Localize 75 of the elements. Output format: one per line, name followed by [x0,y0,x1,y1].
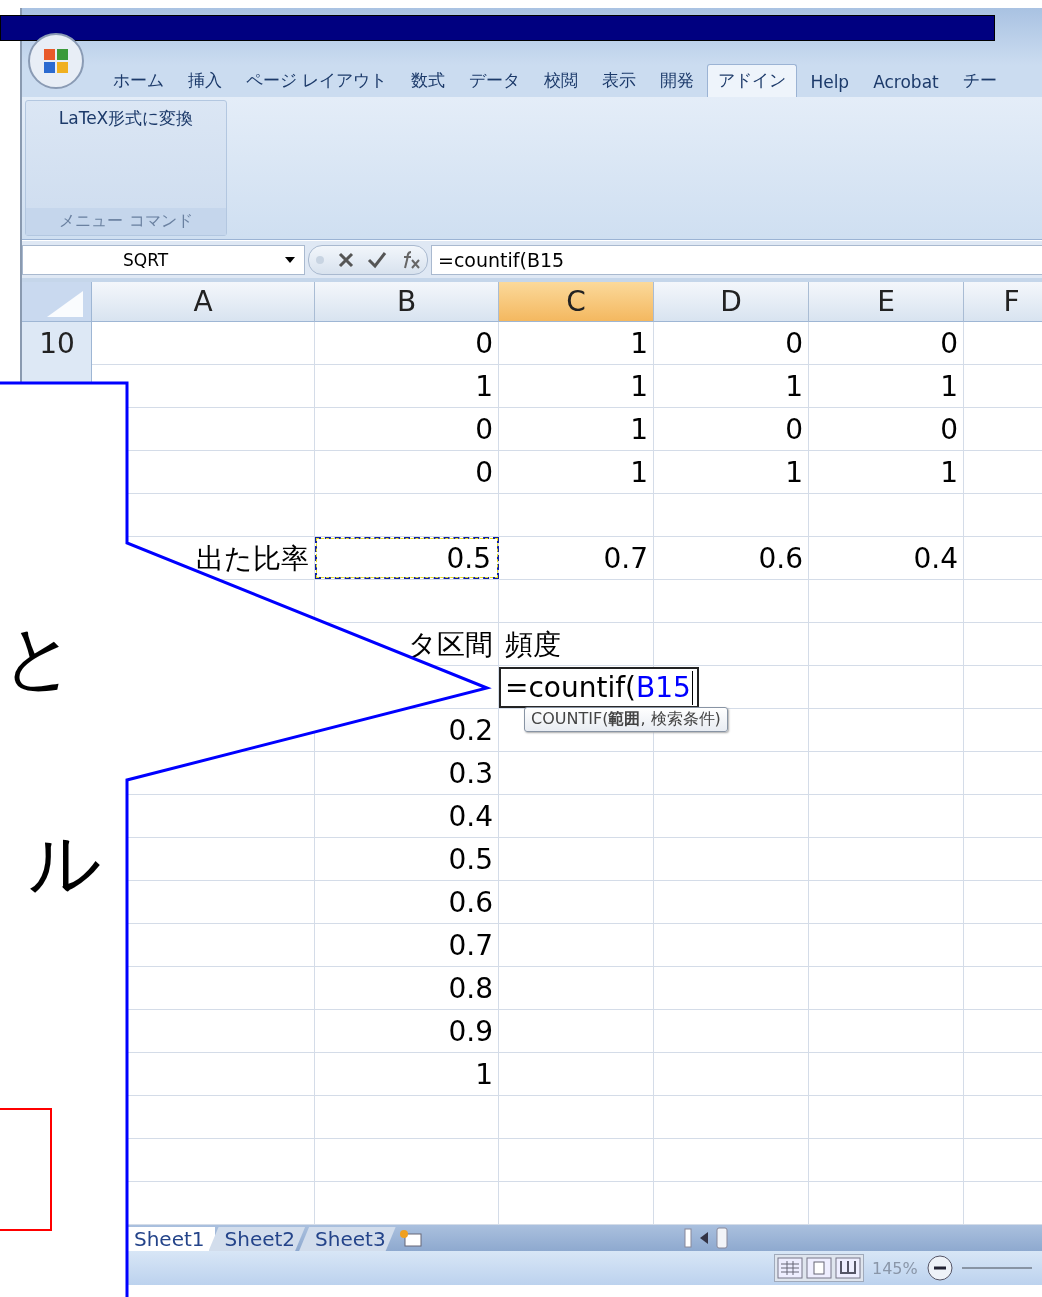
normal-view-icon[interactable] [777,1257,803,1279]
column-header[interactable]: B [315,282,499,322]
table-cell-text: 0 [939,326,959,362]
column-header[interactable]: D [654,282,809,322]
sheet-tab[interactable]: Sheet2 [208,1227,306,1251]
table-cell: 0.5 [315,537,499,579]
triangle-icon [46,290,83,317]
table-cell-text: 0.2 [447,713,494,749]
table-cell-text: 1 [629,369,649,405]
zoom-level: 145% [872,1258,918,1278]
ribbon-tab[interactable]: Acrobat [862,67,950,97]
editing-cell[interactable]: =countif(B15 [499,667,699,708]
table-cell-text: 1 [474,369,494,405]
table-cell-text: 1 [939,455,959,491]
ribbon-tab[interactable]: Help [799,67,861,97]
table-cell-text: 0 [474,326,494,362]
page-break-icon[interactable] [835,1257,861,1279]
table-cell-text: 0 [784,326,804,362]
table-cell-text: 1 [939,369,959,405]
zoom-out-icon[interactable] [925,1254,954,1282]
name-box[interactable]: SQRT [22,244,305,275]
ribbon-tab[interactable]: データ [458,64,532,97]
dot-icon [315,254,325,265]
table-cell-text: タ区間 [408,626,493,663]
ribbon-tab[interactable]: チー [951,64,1008,97]
scroll-handle-icon[interactable] [683,1228,692,1248]
table-cell-text: 0.4 [912,541,959,577]
callout-text: と [2,622,76,694]
formula-field[interactable]: =countif(B15 [431,244,1042,275]
ribbon-tab[interactable]: アドイン [707,64,798,97]
ribbon-tab[interactable]: 表示 [591,64,648,97]
table-cell-text: 1 [629,326,649,362]
cancel-icon[interactable] [337,250,355,269]
scroll-thumb-icon[interactable] [715,1227,728,1249]
table-cell-text: 1 [784,369,804,405]
dropdown-icon[interactable] [284,255,296,264]
latex-convert-button[interactable]: LaTeX形式に変換 [26,101,226,136]
table-cell-text: 0 [474,412,494,448]
table-cell-text: 0.7 [602,541,649,577]
sheet-tab[interactable]: Sheet1 [126,1227,215,1251]
table-cell-text: 0 [474,455,494,491]
sheet-tab[interactable]: Sheet3 [299,1227,396,1251]
table-cell-text: 0.7 [447,928,494,964]
office-button[interactable] [27,32,85,90]
check-icon[interactable] [367,250,387,269]
table-cell-text: 0.6 [447,885,494,921]
column-header[interactable]: F [964,282,1042,322]
ribbon-tab[interactable]: 校閲 [533,64,590,97]
ribbon-tab[interactable]: 開発 [649,64,706,97]
table-cell-text: 0.8 [447,971,494,1007]
ribbon-tab[interactable]: ページ レイアウト [235,64,399,97]
table-cell-text: 0.5 [447,842,494,878]
table-cell-text: 1 [784,455,804,491]
column-header[interactable]: C [499,282,654,322]
table-cell-text: 1 [474,1057,494,1093]
group-label: メニュー コマンド [26,208,226,235]
table-cell-text: 0.9 [447,1014,494,1050]
column-header[interactable]: A [92,282,315,322]
table-cell-text: 0.6 [757,541,804,577]
row-header[interactable]: 10 [22,322,92,365]
ribbon-tab[interactable]: 挿入 [177,64,233,97]
column-header[interactable]: E [809,282,964,322]
table-cell-text: 0 [784,412,804,448]
ribbon-tab[interactable]: ホーム [102,64,175,97]
function-tooltip: COUNTIF(範囲, 検索条件) [524,707,728,732]
callout-text: ル [28,828,102,900]
table-cell-text: 0.3 [447,756,494,792]
table-cell-text: 出た比率 [196,540,309,577]
table-cell-text: 頻度 [505,626,561,663]
insert-sheet-icon[interactable] [397,1229,424,1249]
ribbon-tab[interactable]: 数式 [400,64,457,97]
table-cell-text: 1 [629,455,649,491]
table-cell-text: 0 [939,412,959,448]
table-cell-text: 1 [629,412,649,448]
table-cell-text: 0.4 [447,799,494,835]
